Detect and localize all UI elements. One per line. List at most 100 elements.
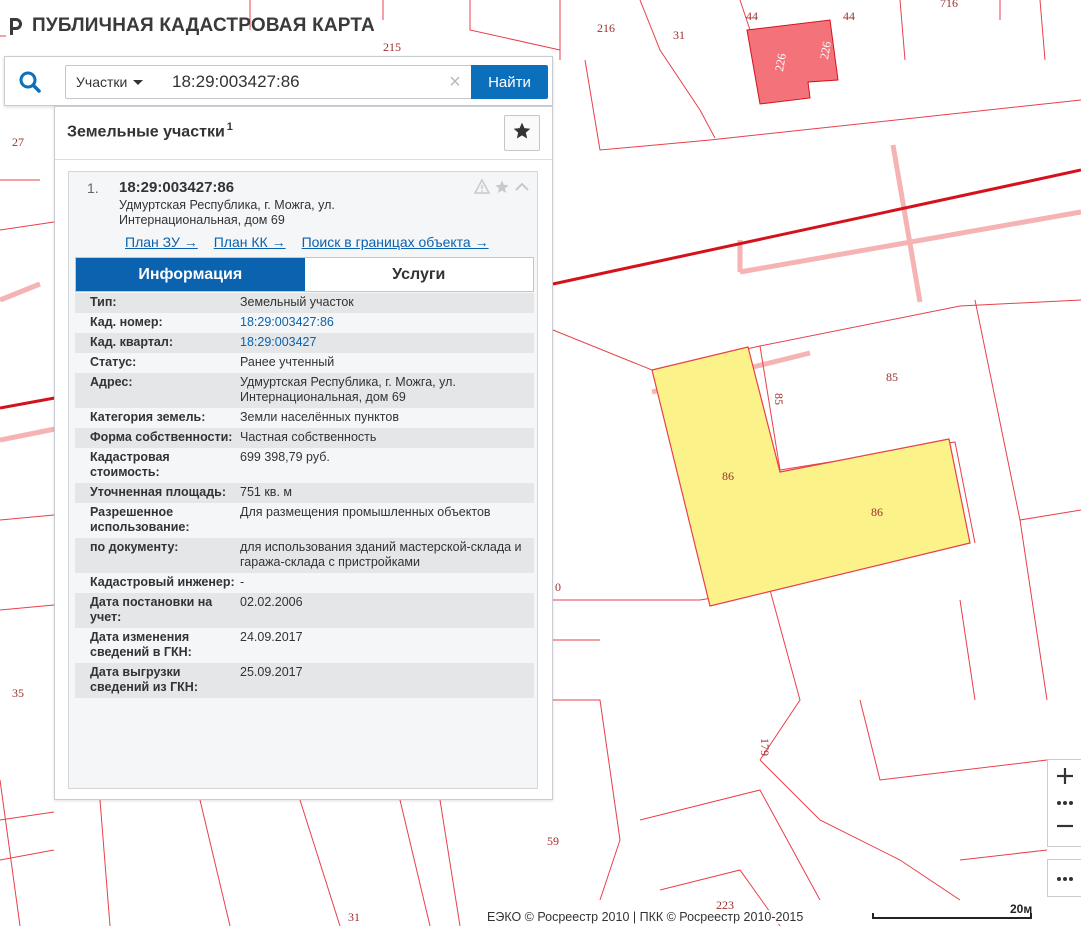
field-key: Кадастровая стоимость: — [75, 448, 240, 483]
map-label: 216 — [597, 21, 615, 35]
field-key: Кадастровый инженер: — [75, 573, 240, 593]
favorites-button[interactable] — [504, 115, 540, 151]
scale-bar — [872, 913, 1032, 919]
more-button[interactable] — [1047, 859, 1081, 897]
field-value: Земли населённых пунктов — [240, 408, 534, 428]
star-icon[interactable] — [493, 178, 511, 196]
map-label: 86 — [871, 505, 883, 519]
search-type-label: Участки — [76, 74, 128, 90]
field-key: Форма собственности: — [75, 428, 240, 448]
field-key: Дата изменения сведений в ГКН: — [75, 628, 240, 663]
item-tabs: Информация Услуги — [75, 257, 534, 292]
search-input[interactable] — [158, 65, 475, 99]
field-key: Кад. номер: — [75, 313, 240, 333]
zoom-slider-handle[interactable] — [1048, 796, 1081, 810]
field-value: Ранее учтенный — [240, 353, 534, 373]
search-icon[interactable] — [15, 67, 45, 97]
map-label: 35 — [12, 686, 24, 700]
selected-parcel — [651, 346, 971, 607]
table-row: Уточненная площадь: 751 кв. м — [75, 483, 534, 503]
map-label: 59 — [547, 834, 559, 848]
zoom-controls — [1047, 759, 1081, 847]
field-value: 02.02.2006 — [240, 593, 534, 628]
map-label: 86 — [722, 469, 734, 483]
map-label: 27 — [12, 135, 24, 149]
search-type-select[interactable]: Участки — [65, 65, 159, 99]
table-row: Кад. квартал: 18:29:003427 — [75, 333, 534, 353]
field-key: Дата постановки на учет: — [75, 593, 240, 628]
tab-information[interactable]: Информация — [76, 258, 305, 291]
cadastral-number-link[interactable]: 18:29:003427:86 — [240, 315, 334, 329]
search-in-bounds-link[interactable]: Поиск в границах объекта → — [302, 234, 489, 250]
map-label: 215 — [383, 40, 401, 54]
tab-services[interactable]: Услуги — [304, 258, 533, 291]
field-value: Земельный участок — [240, 293, 534, 313]
field-value: для использования зданий мастерской-скла… — [240, 538, 534, 573]
scale-label: 20м — [1010, 902, 1033, 916]
map-label: 44 — [746, 9, 758, 23]
more-icon — [1055, 869, 1075, 887]
road-line-left — [0, 395, 61, 410]
table-row: Кадастровый инженер: - — [75, 573, 534, 593]
results-panel: Земельные участки 1 1. 18:29:003427:86 Уд… — [54, 106, 553, 800]
table-row: Разрешенное использование: Для размещени… — [75, 503, 534, 538]
map-label: 716 — [940, 0, 958, 10]
map-label: 179 — [758, 738, 772, 756]
find-button[interactable]: Найти — [471, 65, 548, 99]
plus-icon — [1055, 766, 1075, 791]
table-row: Тип: Земельный участок — [75, 293, 534, 313]
field-key: Адрес: — [75, 373, 240, 408]
field-value: 25.09.2017 — [240, 663, 534, 698]
zoom-in-button[interactable] — [1048, 760, 1081, 796]
table-row: Форма собственности: Частная собственнос… — [75, 428, 534, 448]
table-row: Категория земель: Земли населённых пункт… — [75, 408, 534, 428]
star-icon — [512, 121, 532, 146]
map-label: 85 — [886, 370, 898, 384]
chevron-up-icon[interactable] — [513, 178, 531, 196]
item-links: План ЗУ → План КК → Поиск в границах объ… — [125, 234, 489, 250]
map-label: 31 — [673, 28, 685, 42]
warning-icon[interactable] — [473, 178, 491, 196]
clear-icon[interactable]: × — [443, 65, 467, 99]
table-row: Статус: Ранее учтенный — [75, 353, 534, 373]
field-value: 751 кв. м — [240, 483, 534, 503]
minus-icon — [1055, 816, 1075, 841]
result-item[interactable]: 1. 18:29:003427:86 Удмуртская Республика… — [68, 171, 538, 789]
map-label: 226 — [817, 40, 834, 61]
field-value: 699 398,79 руб. — [240, 448, 534, 483]
field-value: Удмуртская Республика, г. Можга, ул. Инт… — [240, 373, 534, 408]
table-row: Кадастровая стоимость: 699 398,79 руб. — [75, 448, 534, 483]
table-row: Дата изменения сведений в ГКН: 24.09.201… — [75, 628, 534, 663]
field-key: Статус: — [75, 353, 240, 373]
item-cadastral-number[interactable]: 18:29:003427:86 — [119, 179, 234, 196]
table-row: по документу: для использования зданий м… — [75, 538, 534, 573]
map-label: 31 — [348, 910, 360, 924]
field-value: Для размещения промышленных объектов — [240, 503, 534, 538]
field-value: 24.09.2017 — [240, 628, 534, 663]
field-key: Кад. квартал: — [75, 333, 240, 353]
search-bar: Участки × Найти — [4, 56, 553, 106]
zoom-out-button[interactable] — [1048, 810, 1081, 846]
field-key: Тип: — [75, 293, 240, 313]
plan-zu-link[interactable]: План ЗУ → — [125, 234, 198, 250]
results-header: Земельные участки 1 — [55, 107, 552, 160]
results-count: 1 — [226, 121, 233, 133]
chevron-down-icon — [133, 79, 144, 85]
field-key: Разрешенное использование: — [75, 503, 240, 538]
map-label: 85 — [772, 393, 786, 405]
field-key: по документу: — [75, 538, 240, 573]
table-row: Дата выгрузки сведений из ГКН: 25.09.201… — [75, 663, 534, 698]
building-226 — [746, 19, 839, 105]
plan-kk-link[interactable]: План КК → — [214, 234, 286, 250]
cadastral-quarter-link[interactable]: 18:29:003427 — [240, 335, 316, 349]
info-table: Тип: Земельный участок Кад. номер: 18:29… — [75, 293, 534, 698]
field-key: Категория земель: — [75, 408, 240, 428]
field-key: Дата выгрузки сведений из ГКН: — [75, 663, 240, 698]
results-title-text: Земельные участки — [67, 123, 225, 141]
table-row: Дата постановки на учет: 02.02.2006 — [75, 593, 534, 628]
map-label: 0 — [555, 580, 561, 594]
map-label: 226 — [772, 52, 789, 73]
field-value: Частная собственность — [240, 428, 534, 448]
item-address: Удмуртская Республика, г. Можга, ул. Инт… — [119, 198, 335, 227]
table-row: Кад. номер: 18:29:003427:86 — [75, 313, 534, 333]
